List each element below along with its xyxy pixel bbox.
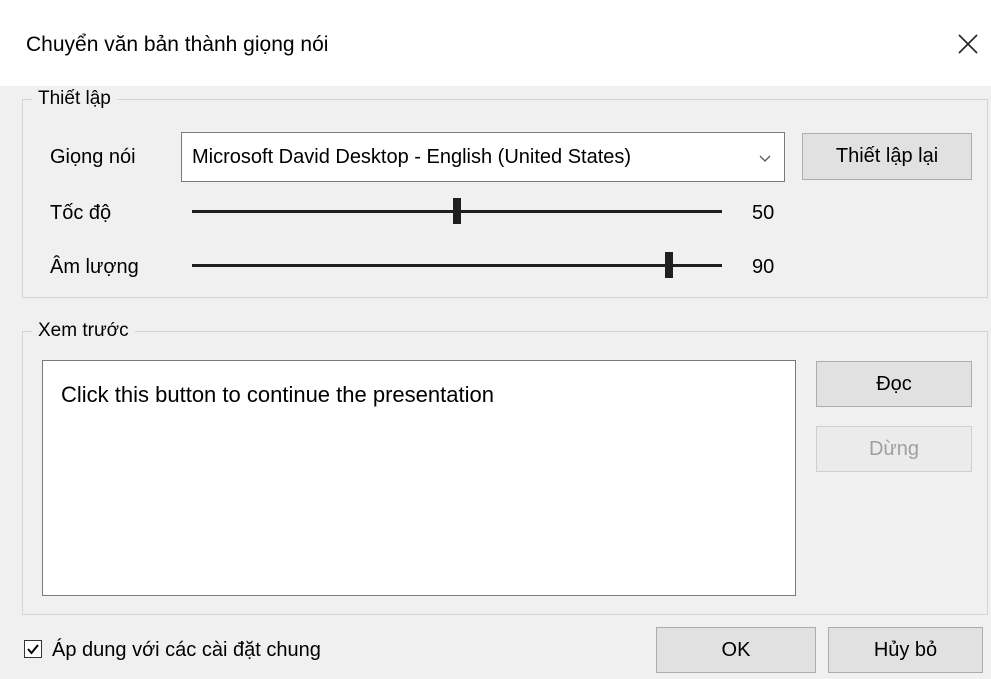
checkmark-icon	[27, 644, 39, 655]
speed-label: Tốc độ	[50, 202, 112, 224]
stop-button[interactable]: Dừng	[816, 426, 972, 472]
speed-slider-thumb[interactable]	[453, 198, 461, 224]
volume-label: Âm lượng	[50, 256, 139, 278]
reset-button[interactable]: Thiết lập lại	[802, 133, 972, 180]
voice-dropdown-value: Microsoft David Desktop - English (Unite…	[192, 146, 632, 168]
close-icon	[958, 34, 978, 54]
title-bar: Chuyển văn bản thành giọng nói	[0, 0, 991, 86]
apply-general-label[interactable]: Áp dung với các cài đặt chung	[52, 638, 321, 662]
volume-slider[interactable]	[192, 251, 722, 281]
ok-button[interactable]: OK	[656, 627, 816, 673]
chevron-down-icon	[759, 155, 771, 162]
volume-value: 90	[752, 256, 775, 278]
volume-slider-thumb[interactable]	[665, 252, 673, 278]
voice-label: Giọng nói	[50, 146, 136, 168]
preview-group-label: Xem trước	[32, 320, 135, 342]
apply-general-checkbox[interactable]	[24, 640, 42, 658]
cancel-button[interactable]: Hủy bỏ	[828, 627, 983, 673]
dialog-title: Chuyển văn bản thành giọng nói	[26, 33, 329, 56]
read-button[interactable]: Đọc	[816, 361, 972, 407]
close-button[interactable]	[950, 26, 986, 62]
settings-group-label: Thiết lập	[32, 88, 117, 110]
voice-dropdown[interactable]: Microsoft David Desktop - English (Unite…	[181, 132, 785, 182]
speed-value: 50	[752, 202, 775, 224]
speed-slider[interactable]	[192, 197, 722, 227]
volume-slider-track	[192, 264, 722, 267]
preview-textbox[interactable]: Click this button to continue the presen…	[42, 360, 796, 596]
